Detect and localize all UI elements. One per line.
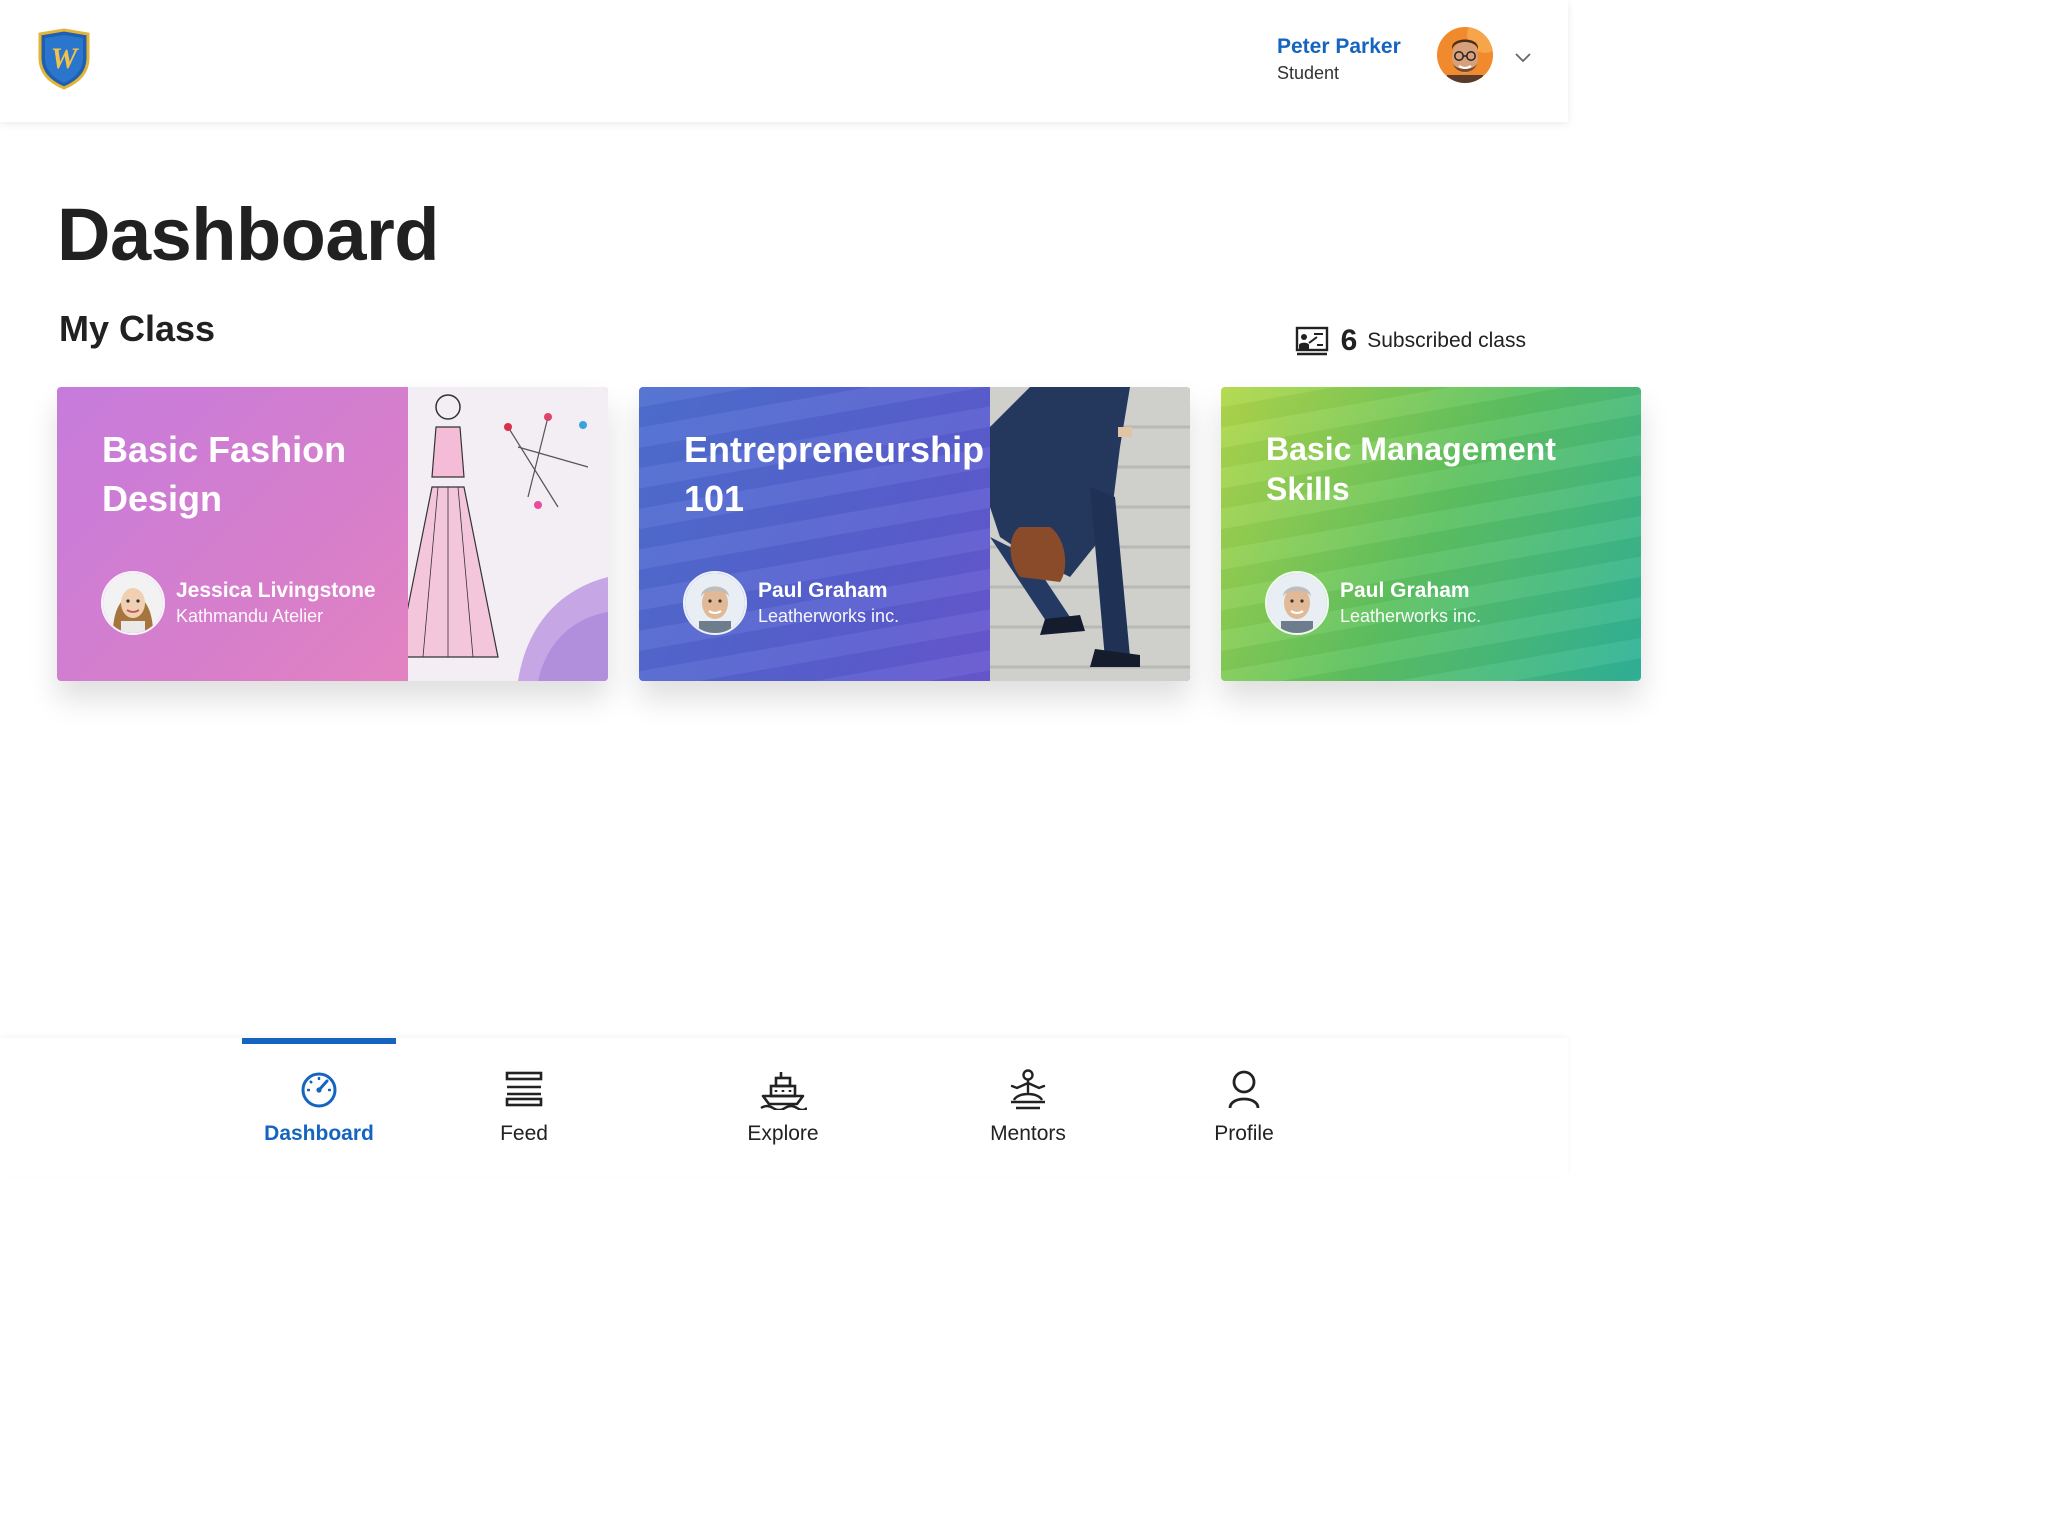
chevron-down-icon[interactable] [1513, 50, 1533, 64]
nav-label: Mentors [990, 1122, 1066, 1145]
mentor-avatar [1265, 571, 1329, 635]
bottom-navigation: Dashboard Feed Explore Mentors Profile [0, 1038, 1568, 1176]
nav-dashboard[interactable]: Dashboard [242, 1038, 396, 1176]
app-root: W Peter Parker Student Dashboard My Clas… [0, 0, 1641, 1176]
section-title-my-class: My Class [59, 308, 216, 349]
nav-label: Explore [747, 1122, 819, 1145]
user-role: Student [1277, 63, 1340, 83]
mentor-avatar [683, 571, 747, 635]
nav-explore[interactable]: Explore [706, 1038, 860, 1176]
nav-feed[interactable]: Feed [447, 1038, 601, 1176]
user-avatar-image [1437, 27, 1493, 83]
class-card-basic-management-skills[interactable]: Basic Management Skills Paul Graham Leat… [1221, 387, 1641, 681]
user-name: Peter Parker [1277, 35, 1401, 58]
ship-icon [760, 1072, 807, 1110]
card-mentor[interactable]: Paul Graham Leatherworks inc. [683, 571, 899, 635]
mentor-name: Paul Graham [1340, 579, 1470, 602]
user-profile-icon [1228, 1070, 1260, 1109]
mentor-avatar [101, 571, 165, 635]
card-photo-fashion-sketch [408, 387, 608, 681]
subscribed-count: 6 [1340, 324, 1358, 357]
speedometer-icon [301, 1072, 337, 1108]
mentor-name: Jessica Livingstone [176, 579, 376, 602]
subscribed-class-counter: 6 Subscribed class [1295, 324, 1526, 358]
nav-label: Feed [500, 1122, 548, 1145]
card-title: Entrepreneurship 101 [684, 429, 985, 519]
card-photo-businessman-stairs [990, 387, 1190, 681]
nav-profile[interactable]: Profile [1167, 1038, 1321, 1176]
mentor-organization: Kathmandu Atelier [176, 606, 324, 626]
mentor-organization: Leatherworks inc. [1340, 606, 1482, 626]
class-card-entrepreneurship-101[interactable]: Entrepreneurship 101 Paul Graham Leather… [639, 387, 1190, 681]
top-bar: W Peter Parker Student [0, 0, 1568, 122]
nav-label: Profile [1214, 1122, 1274, 1145]
classroom-board-icon [1295, 326, 1328, 356]
subscribed-label: Subscribed class [1367, 329, 1526, 352]
logo-letter: W [51, 42, 80, 75]
user-avatar[interactable] [1437, 27, 1493, 83]
nav-label: Dashboard [264, 1122, 374, 1145]
user-info[interactable]: Peter Parker Student [1277, 34, 1401, 85]
class-card-basic-fashion-design[interactable]: Basic Fashion Design Jessica Livingstone [57, 387, 608, 681]
card-title: Basic Fashion Design [102, 429, 347, 519]
school-crest-logo[interactable]: W [36, 28, 92, 90]
feed-list-icon [505, 1071, 543, 1107]
mentor-organization: Leatherworks inc. [758, 606, 900, 626]
card-mentor[interactable]: Paul Graham Leatherworks inc. [1265, 571, 1481, 635]
card-mentor[interactable]: Jessica Livingstone Kathmandu Atelier [101, 571, 376, 635]
meditation-person-icon [1010, 1069, 1046, 1110]
card-title: Basic Management Skills [1266, 431, 1556, 507]
class-card-carousel[interactable]: Basic Fashion Design Jessica Livingstone [57, 387, 1641, 727]
nav-mentors[interactable]: Mentors [951, 1038, 1105, 1176]
page-title: Dashboard [57, 193, 440, 276]
mentor-name: Paul Graham [758, 579, 888, 602]
